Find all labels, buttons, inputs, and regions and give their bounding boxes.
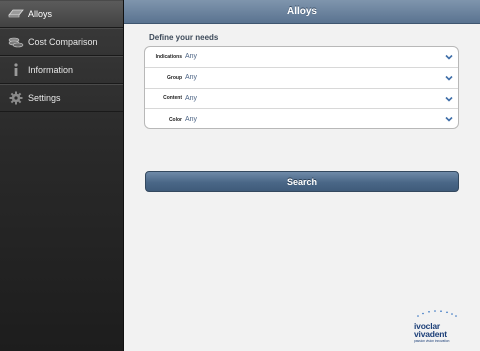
- field-label: Group: [167, 74, 182, 81]
- field-value: Any: [185, 53, 198, 61]
- gear-icon: [6, 91, 26, 105]
- title-bar: Alloys: [124, 0, 480, 24]
- sidebar-item-label: Cost Comparison: [28, 36, 98, 47]
- sidebar: Alloys Cost Comparison Information Setti…: [0, 0, 124, 351]
- indications-select[interactable]: Indications Any: [145, 47, 458, 68]
- chevron-down-icon: [445, 96, 453, 102]
- chevron-down-icon: [445, 117, 453, 122]
- field-label: Color: [168, 116, 182, 123]
- filter-group: Indications Any Group Any Content Any Co…: [144, 46, 459, 129]
- field-label: Indications: [155, 53, 182, 60]
- chevron-down-icon: [445, 75, 453, 81]
- sidebar-item-label: Settings: [28, 92, 61, 103]
- sidebar-item-settings[interactable]: Settings: [0, 84, 123, 112]
- sidebar-item-alloys[interactable]: Alloys: [0, 0, 123, 28]
- content-select[interactable]: Content Any: [145, 89, 458, 110]
- search-button-label: Search: [286, 176, 318, 187]
- logo-text-vivadent: vivadent: [414, 329, 447, 339]
- field-value: Any: [185, 74, 198, 82]
- alloys-icon: [6, 7, 26, 21]
- page-title: Alloys: [286, 6, 317, 17]
- search-button[interactable]: Search: [145, 171, 459, 192]
- logo-tagline: passion vision innovation: [414, 339, 450, 343]
- brand-logo: ivoclar vivadent passion vision innovati…: [414, 304, 470, 343]
- sidebar-item-cost-comparison[interactable]: Cost Comparison: [0, 28, 123, 56]
- sidebar-item-information[interactable]: Information: [0, 56, 123, 84]
- chevron-down-icon: [445, 54, 453, 60]
- field-value: Any: [185, 94, 198, 102]
- group-select[interactable]: Group Any: [145, 68, 458, 89]
- logo-dots-icon: [417, 310, 457, 317]
- section-title: Define your needs: [149, 33, 219, 42]
- info-icon: [6, 62, 26, 77]
- sidebar-item-label: Information: [28, 64, 74, 75]
- main-panel: Alloys Define your needs Indications Any…: [124, 0, 480, 351]
- sidebar-item-label: Alloys: [28, 8, 53, 19]
- coins-icon: [6, 35, 26, 49]
- field-label: Content: [163, 95, 182, 102]
- field-value: Any: [185, 116, 198, 124]
- color-select[interactable]: Color Any: [145, 109, 458, 128]
